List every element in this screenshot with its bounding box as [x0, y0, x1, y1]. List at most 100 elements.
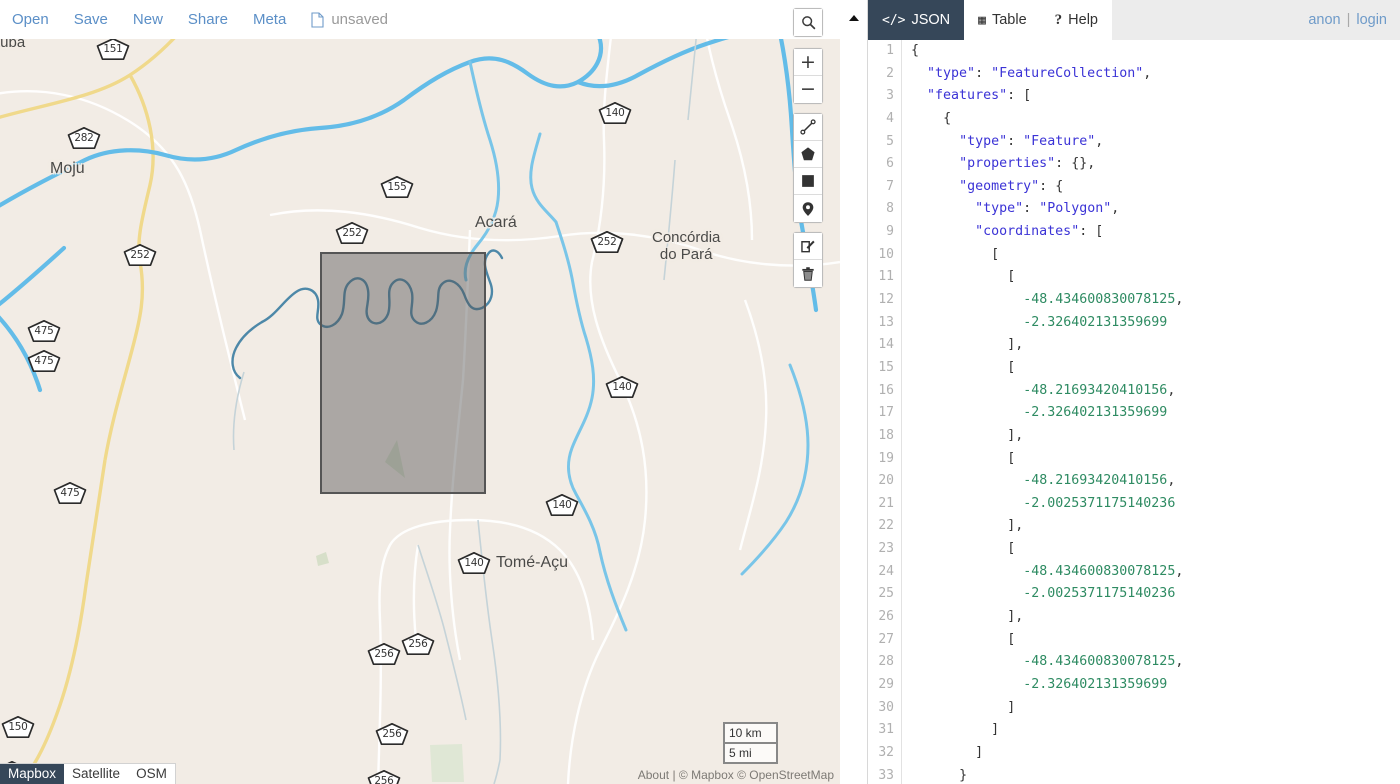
basemap-switcher[interactable]: Mapbox Satellite OSM: [0, 763, 176, 784]
code-line[interactable]: 13 -2.326402131359699: [868, 311, 1400, 335]
zoom-in-button[interactable]: +: [794, 49, 822, 76]
code-line-text[interactable]: -48.21693420410156,: [902, 470, 1175, 493]
code-line[interactable]: 28 -48.434600830078125,: [868, 651, 1400, 674]
code-line-text[interactable]: ],: [902, 606, 1023, 629]
code-line-text[interactable]: ]: [902, 742, 983, 765]
code-line-text[interactable]: -48.434600830078125,: [902, 651, 1183, 674]
code-line-text[interactable]: [: [902, 538, 1015, 561]
code-line[interactable]: 1{: [868, 40, 1400, 63]
code-line-text[interactable]: ],: [902, 334, 1023, 357]
code-line-text[interactable]: -2.0025371175140236: [902, 583, 1175, 606]
code-line[interactable]: 8 "type": "Polygon",: [868, 198, 1400, 222]
code-line-text[interactable]: [: [902, 266, 1015, 289]
tab-table[interactable]: ▦ Table: [964, 0, 1041, 40]
zoom-control[interactable]: + −: [793, 48, 823, 104]
line-number: 31: [868, 719, 902, 742]
tab-json[interactable]: </> JSON: [868, 0, 965, 40]
login-link[interactable]: login: [1356, 12, 1387, 28]
code-line[interactable]: 21 -2.0025371175140236: [868, 492, 1400, 516]
code-line[interactable]: 2 "type": "FeatureCollection",: [868, 62, 1400, 86]
edit-tools-control[interactable]: [793, 232, 823, 288]
draw-tools-control[interactable]: [793, 113, 823, 223]
code-line[interactable]: 25 -2.0025371175140236: [868, 583, 1400, 607]
basemap-mapbox[interactable]: Mapbox: [0, 764, 65, 784]
code-line[interactable]: 18 ],: [868, 424, 1400, 448]
draw-polygon-button[interactable]: [794, 141, 822, 168]
save-button[interactable]: Save: [74, 11, 108, 28]
code-line-text[interactable]: -48.434600830078125,: [902, 561, 1183, 584]
map-attribution[interactable]: About | © Mapbox © OpenStreetMap: [638, 768, 834, 782]
map-pane[interactable]: tuba Moju Acará Concórdiado Pará São Dom…: [0, 0, 840, 784]
code-line-text[interactable]: ]: [902, 697, 1015, 720]
code-line-text[interactable]: "coordinates": [: [902, 221, 1103, 244]
draw-line-button[interactable]: [794, 114, 822, 141]
draw-rectangle-button[interactable]: [794, 168, 822, 195]
code-line-text[interactable]: -2.326402131359699: [902, 312, 1167, 335]
basemap-satellite[interactable]: Satellite: [64, 764, 128, 784]
code-line[interactable]: 27 [: [868, 628, 1400, 652]
code-line-text[interactable]: [: [902, 357, 1015, 380]
code-line[interactable]: 16 -48.21693420410156,: [868, 379, 1400, 403]
code-line[interactable]: 22 ],: [868, 515, 1400, 539]
pane-divider[interactable]: [840, 0, 868, 784]
code-line[interactable]: 6 "properties": {},: [868, 153, 1400, 176]
code-line[interactable]: 20 -48.21693420410156,: [868, 470, 1400, 493]
code-line[interactable]: 14 ],: [868, 334, 1400, 357]
code-line-text[interactable]: -2.0025371175140236: [902, 493, 1175, 516]
code-line[interactable]: 5 "type": "Feature",: [868, 130, 1400, 154]
code-line[interactable]: 19 [: [868, 447, 1400, 471]
code-line-text[interactable]: "properties": {},: [902, 153, 1095, 176]
code-line[interactable]: 32 ]: [868, 741, 1400, 765]
code-line-text[interactable]: "geometry": {: [902, 176, 1063, 199]
geocoder-control[interactable]: [793, 8, 823, 37]
code-line[interactable]: 17 -2.326402131359699: [868, 402, 1400, 425]
code-line-text[interactable]: "type": "Feature",: [902, 131, 1103, 154]
code-line-text[interactable]: -48.434600830078125,: [902, 289, 1183, 312]
delete-button[interactable]: [794, 260, 822, 287]
code-line[interactable]: 12 -48.434600830078125,: [868, 289, 1400, 312]
code-line-text[interactable]: [: [902, 244, 999, 267]
code-line-text[interactable]: "features": [: [902, 85, 1031, 108]
collapse-panel-icon[interactable]: [849, 15, 859, 21]
new-button[interactable]: New: [133, 11, 163, 28]
tab-help[interactable]: ? Help: [1040, 0, 1112, 40]
account-user-label[interactable]: anon: [1308, 12, 1340, 28]
drawn-polygon-feature[interactable]: [320, 252, 486, 494]
code-line[interactable]: 29 -2.326402131359699: [868, 673, 1400, 697]
code-line-text[interactable]: -2.326402131359699: [902, 674, 1167, 697]
code-line[interactable]: 4 {: [868, 107, 1400, 131]
code-line-text[interactable]: {: [902, 108, 951, 131]
code-line[interactable]: 10 [: [868, 243, 1400, 267]
code-line-text[interactable]: {: [902, 40, 919, 63]
code-line-text[interactable]: ]: [902, 719, 999, 742]
code-line[interactable]: 24 -48.434600830078125,: [868, 560, 1400, 584]
code-line-text[interactable]: ],: [902, 515, 1023, 538]
code-line[interactable]: 31 ]: [868, 719, 1400, 742]
code-line[interactable]: 30 ]: [868, 696, 1400, 720]
json-code-editor[interactable]: 1{2 "type": "FeatureCollection", 3 "featu…: [868, 40, 1400, 784]
code-line[interactable]: 11 [: [868, 266, 1400, 290]
search-icon[interactable]: [794, 9, 822, 36]
draw-marker-button[interactable]: [794, 195, 822, 222]
code-line-text[interactable]: }: [902, 765, 967, 784]
basemap-osm[interactable]: OSM: [128, 764, 175, 784]
code-line-text[interactable]: [: [902, 448, 1015, 471]
code-line[interactable]: 33 }: [868, 764, 1400, 784]
code-line[interactable]: 23 [: [868, 538, 1400, 561]
code-line[interactable]: 26 ],: [868, 606, 1400, 629]
code-line-text[interactable]: [: [902, 629, 1015, 652]
code-line[interactable]: 9 "coordinates": [: [868, 221, 1400, 244]
code-line-text[interactable]: -2.326402131359699: [902, 402, 1167, 425]
edit-button[interactable]: [794, 233, 822, 260]
open-button[interactable]: Open: [12, 11, 49, 28]
meta-button[interactable]: Meta: [253, 11, 286, 28]
code-line[interactable]: 7 "geometry": {: [868, 175, 1400, 199]
code-line-text[interactable]: -48.21693420410156,: [902, 380, 1175, 403]
zoom-out-button[interactable]: −: [794, 76, 822, 103]
code-line[interactable]: 3 "features": [: [868, 85, 1400, 108]
share-button[interactable]: Share: [188, 11, 228, 28]
code-line-text[interactable]: "type": "FeatureCollection",: [902, 63, 1151, 86]
code-line[interactable]: 15 [: [868, 356, 1400, 380]
code-line-text[interactable]: "type": "Polygon",: [902, 198, 1119, 221]
code-line-text[interactable]: ],: [902, 425, 1023, 448]
